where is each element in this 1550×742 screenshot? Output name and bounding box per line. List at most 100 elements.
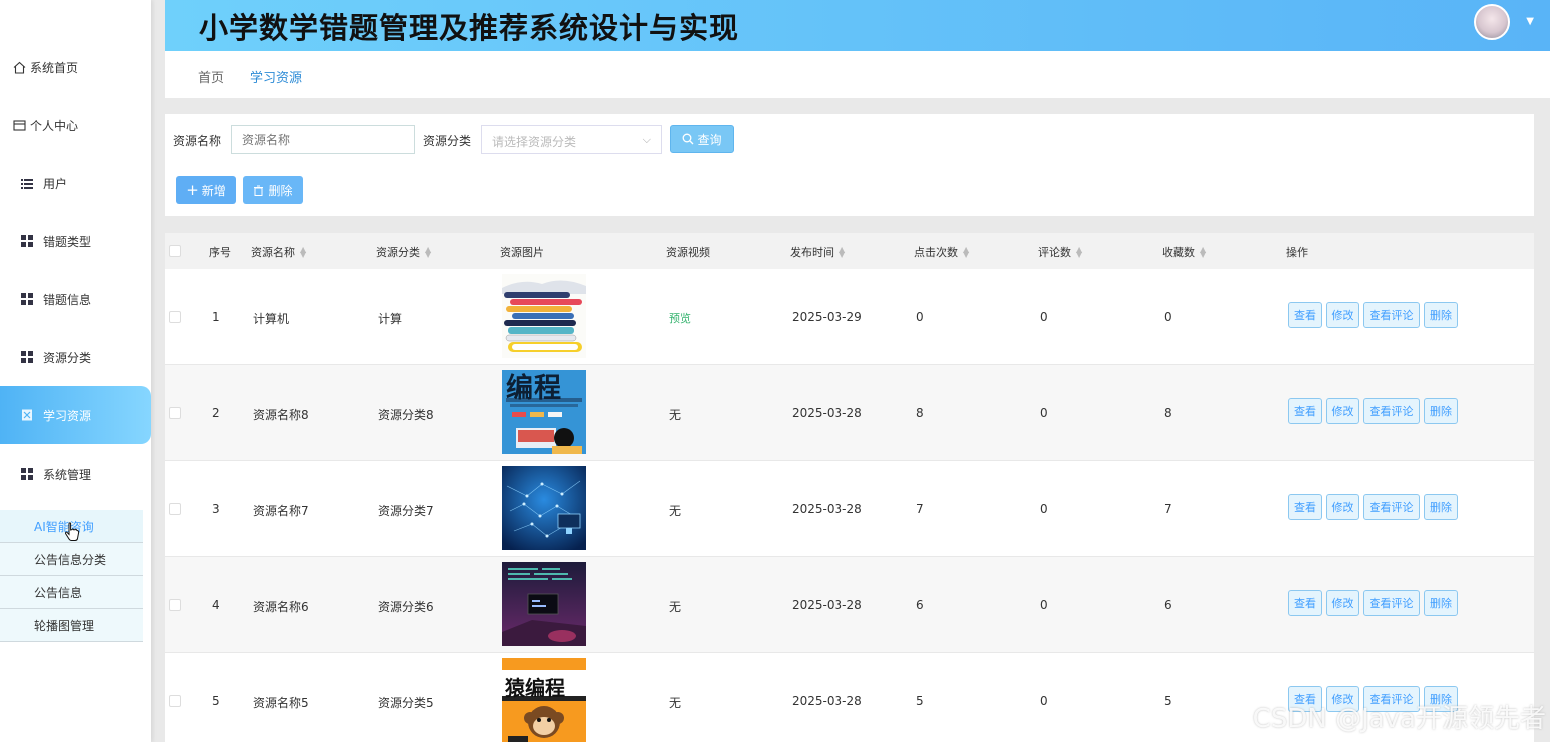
cell-clicks: 5 xyxy=(916,694,924,708)
resource-image-network[interactable] xyxy=(502,466,586,550)
cell-clicks: 8 xyxy=(916,406,924,420)
cell-video: 无 xyxy=(669,696,682,710)
cell-category: 资源分类6 xyxy=(378,600,434,614)
page-title: 小学数学错题管理及推荐系统设计与实现 xyxy=(199,11,740,45)
delete-row-button[interactable]: 删除 xyxy=(1424,302,1458,328)
delete-row-button[interactable]: 删除 xyxy=(1424,494,1458,520)
edit-button[interactable]: 修改 xyxy=(1326,398,1359,424)
cell-comments: 0 xyxy=(1040,694,1048,708)
cell-clicks: 0 xyxy=(916,310,924,324)
thumb-text: 猿编程 xyxy=(505,676,565,700)
column-header: 资源视频 xyxy=(666,246,710,259)
view-comments-button[interactable]: 查看评论 xyxy=(1363,398,1420,424)
column-header-comments[interactable]: 评论数 ▲ ▼ xyxy=(1038,244,1082,260)
cell-index: 5 xyxy=(212,694,220,708)
submenu-item-notice-category[interactable]: 公告信息分类 xyxy=(0,543,143,576)
resource-image-monkey-coding[interactable]: 猿编程 xyxy=(502,658,586,742)
sidebar-item-label: 学习资源 xyxy=(43,408,92,423)
add-button[interactable]: + 新增 xyxy=(176,176,236,204)
resource-image-code-screen[interactable] xyxy=(502,562,586,646)
cell-index: 4 xyxy=(212,598,220,612)
sidebar-item-resource-category[interactable]: 资源分类 xyxy=(0,328,151,386)
view-comments-button[interactable]: 查看评论 xyxy=(1363,590,1420,616)
delete-row-button[interactable]: 删除 xyxy=(1424,398,1458,424)
table-header: 序号 资源名称 ▲ ▼ 资源分类 ▲ ▼ 资源图片 资源视频 发布时间 ▲ ▼ 点击次数 ▲ ▼… xyxy=(165,233,1534,269)
grid-icon xyxy=(20,350,34,364)
column-header-label: 点击次数 xyxy=(914,246,958,259)
submenu-item-notice[interactable]: 公告信息 xyxy=(0,576,143,609)
row-checkbox[interactable] xyxy=(169,695,181,707)
grid-icon xyxy=(20,292,34,306)
cell-date: 2025-03-28 xyxy=(792,598,862,612)
query-button-label: 查询 xyxy=(697,132,722,147)
avatar[interactable] xyxy=(1474,4,1510,40)
delete-button[interactable]: 删除 xyxy=(243,176,303,204)
sidebar-item-home[interactable]: 系统首页 xyxy=(0,38,151,96)
grid-icon xyxy=(20,467,34,481)
resource-image-programming[interactable]: 编程 xyxy=(502,370,586,454)
sidebar-item-label: 资源分类 xyxy=(43,350,92,365)
column-header-name[interactable]: 资源名称 ▲ ▼ xyxy=(251,244,306,260)
sidebar-item-profile[interactable]: 个人中心 xyxy=(0,96,151,154)
query-button[interactable]: 查询 xyxy=(670,125,734,153)
home-icon xyxy=(12,60,26,74)
thumb-text: 编程 xyxy=(506,373,562,404)
cell-category: 计算 xyxy=(378,312,403,326)
cell-comments: 0 xyxy=(1040,406,1048,420)
column-header-clicks[interactable]: 点击次数 ▲ ▼ xyxy=(914,244,969,260)
edit-button[interactable]: 修改 xyxy=(1326,590,1359,616)
tab-learning-resources[interactable]: 学习资源 xyxy=(250,67,302,86)
hand-cursor-icon xyxy=(64,522,80,541)
view-button[interactable]: 查看 xyxy=(1288,590,1322,616)
resource-name-input[interactable] xyxy=(231,125,415,154)
resource-category-label: 资源分类 xyxy=(423,134,472,148)
cell-category: 资源分类7 xyxy=(378,504,434,518)
delete-row-button[interactable]: 删除 xyxy=(1424,590,1458,616)
table-row: 3 资源名称7 资源分类7 无 2025-03-28 7 0 7 查看 修改 查… xyxy=(165,461,1534,557)
view-button[interactable]: 查看 xyxy=(1288,494,1322,520)
cell-index: 1 xyxy=(212,310,220,324)
sidebar-item-error-info[interactable]: 错题信息 xyxy=(0,270,151,328)
resource-image-books[interactable] xyxy=(502,274,586,358)
column-header-label: 资源名称 xyxy=(251,246,295,259)
view-comments-button[interactable]: 查看评论 xyxy=(1363,302,1420,328)
sidebar-item-label: 用户 xyxy=(43,176,68,191)
cell-category: 资源分类8 xyxy=(378,408,434,422)
column-header-category[interactable]: 资源分类 ▲ ▼ xyxy=(376,244,431,260)
row-checkbox[interactable] xyxy=(169,503,181,515)
view-button[interactable]: 查看 xyxy=(1288,302,1322,328)
resource-category-select[interactable]: 请选择资源分类 ⌵ xyxy=(481,125,662,154)
chevron-down-icon[interactable]: ▼ xyxy=(1526,16,1534,27)
resource-table: 序号 资源名称 ▲ ▼ 资源分类 ▲ ▼ 资源图片 资源视频 发布时间 ▲ ▼ 点击次数 ▲ ▼… xyxy=(165,233,1534,742)
sidebar-item-system[interactable]: 系统管理 xyxy=(0,445,151,503)
row-checkbox[interactable] xyxy=(169,407,181,419)
sidebar-item-learning-resources[interactable]: 学习资源 xyxy=(0,386,151,444)
row-checkbox[interactable] xyxy=(169,599,181,611)
column-header-date[interactable]: 发布时间 ▲ ▼ xyxy=(790,244,845,260)
sidebar-item-users[interactable]: 用户 xyxy=(0,154,151,212)
sort-icon: ▲ ▼ xyxy=(1076,245,1083,259)
sort-icon: ▲ ▼ xyxy=(300,245,307,259)
sidebar-item-label: 个人中心 xyxy=(30,118,79,133)
tab-home[interactable]: 首页 xyxy=(198,67,224,86)
submenu-item-label: 公告信息 xyxy=(34,585,83,600)
add-button-label: 新增 xyxy=(201,183,226,198)
edit-button[interactable]: 修改 xyxy=(1326,494,1359,520)
sort-icon: ▲ ▼ xyxy=(1200,245,1207,259)
column-header-label: 收藏数 xyxy=(1162,246,1195,259)
video-preview-link[interactable]: 预览 xyxy=(669,310,691,326)
sidebar-item-error-types[interactable]: 错题类型 xyxy=(0,212,151,270)
cell-date: 2025-03-28 xyxy=(792,502,862,516)
column-header-favorites[interactable]: 收藏数 ▲ ▼ xyxy=(1162,244,1206,260)
view-button[interactable]: 查看 xyxy=(1288,398,1322,424)
card-icon xyxy=(12,118,26,132)
cell-video: 无 xyxy=(669,408,682,422)
row-checkbox[interactable] xyxy=(169,311,181,323)
watermark: CSDN @Java开源领先者 xyxy=(1252,704,1546,734)
sidebar-item-label: 系统管理 xyxy=(43,467,92,482)
select-all-checkbox[interactable] xyxy=(169,245,181,257)
edit-button[interactable]: 修改 xyxy=(1326,302,1359,328)
view-comments-button[interactable]: 查看评论 xyxy=(1363,494,1420,520)
submenu-item-carousel[interactable]: 轮播图管理 xyxy=(0,609,143,642)
sidebar: 系统首页 个人中心 用户 错题类型 错题信息 资源分类 学习资源 系统管理 AI… xyxy=(0,0,151,742)
